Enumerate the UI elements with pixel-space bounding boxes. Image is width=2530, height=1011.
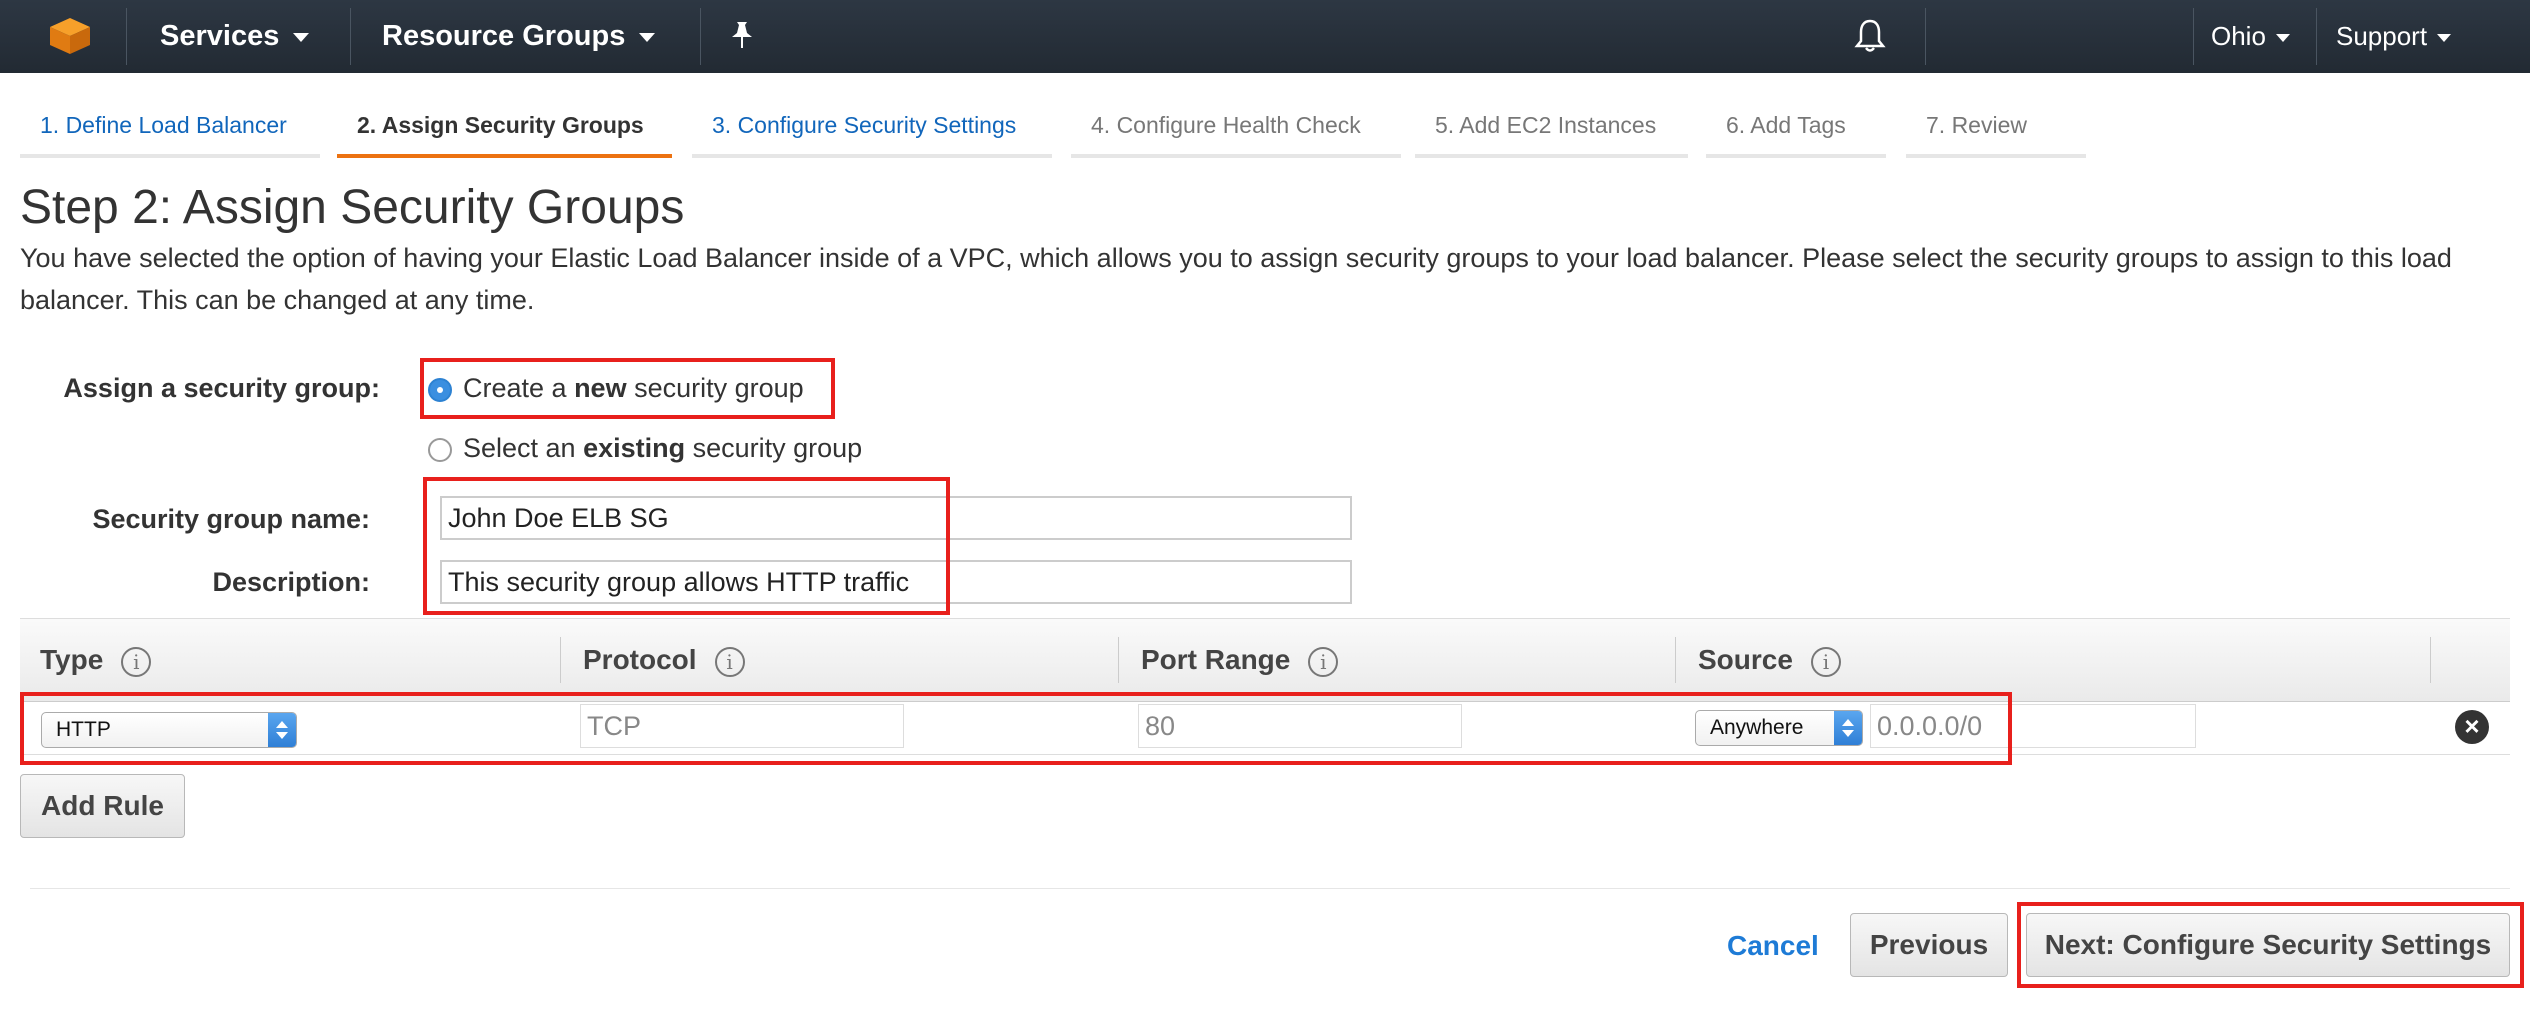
select-existing-option-label[interactable]: Select an existing security group [463, 433, 862, 464]
chevron-down-icon [639, 32, 656, 42]
info-icon[interactable]: i [121, 646, 152, 677]
remove-rule-icon[interactable]: × [2455, 710, 2489, 744]
column-protocol: Protocol i [583, 619, 745, 701]
info-icon[interactable]: i [714, 646, 745, 677]
security-group-name-label: Security group name: [92, 504, 370, 534]
tab-add-tags: 6. Add Tags [1706, 102, 1886, 158]
services-menu[interactable]: Services [160, 0, 310, 73]
highlight-box-next-button [2017, 902, 2524, 988]
cancel-link[interactable]: Cancel [1727, 930, 1819, 962]
highlight-box-create-new [420, 358, 835, 419]
notifications-bell-icon[interactable] [1854, 17, 1886, 55]
column-type: Type i [40, 619, 152, 701]
info-icon[interactable]: i [1810, 646, 1841, 677]
support-menu[interactable]: Support [2336, 0, 2452, 73]
tab-add-ec2-instances: 5. Add EC2 Instances [1415, 102, 1688, 158]
previous-button[interactable]: Previous [1850, 913, 2008, 977]
column-source: Source i [1698, 619, 1841, 701]
column-port-range-label: Port Range [1141, 644, 1291, 675]
top-nav-bar: Services Resource Groups Ohio Support [0, 0, 2530, 73]
description-label: Description: [212, 567, 370, 597]
highlight-box-name-description [423, 477, 950, 615]
assign-security-group-label: Assign a security group: [63, 373, 380, 403]
region-label: Ohio [2211, 21, 2266, 51]
chevron-down-icon [293, 32, 310, 42]
select-existing-text: Select an [463, 433, 584, 463]
resource-groups-menu[interactable]: Resource Groups [382, 0, 656, 73]
select-existing-bold: existing [583, 433, 686, 463]
resource-groups-label: Resource Groups [382, 20, 626, 52]
tab-configure-health-check: 4. Configure Health Check [1071, 102, 1401, 158]
column-source-label: Source [1698, 644, 1793, 675]
footer-divider [30, 888, 2510, 889]
highlight-box-rule-row [20, 692, 2012, 765]
chevron-down-icon [2437, 34, 2452, 43]
column-protocol-label: Protocol [583, 644, 697, 675]
select-existing-suffix: security group [685, 433, 863, 463]
page-title: Step 2: Assign Security Groups [20, 181, 685, 234]
column-type-label: Type [40, 644, 104, 675]
aws-logo-icon[interactable] [48, 16, 92, 56]
chevron-down-icon [2275, 34, 2290, 43]
pin-icon[interactable] [728, 20, 756, 52]
services-label: Services [160, 20, 280, 52]
support-label: Support [2336, 21, 2428, 51]
tab-assign-security-groups[interactable]: 2. Assign Security Groups [337, 102, 672, 158]
column-port-range: Port Range i [1141, 619, 1339, 701]
info-icon[interactable]: i [1308, 646, 1339, 677]
tab-define-load-balancer[interactable]: 1. Define Load Balancer [20, 102, 320, 158]
tab-review: 7. Review [1906, 102, 2086, 158]
add-rule-button[interactable]: Add Rule [20, 774, 185, 838]
tab-configure-security-settings[interactable]: 3. Configure Security Settings [692, 102, 1052, 158]
rules-table-header: Type i Protocol i Port Range i Source i [20, 618, 2510, 702]
page-intro: You have selected the option of having y… [20, 243, 2452, 315]
radio-select-existing-security-group[interactable] [428, 438, 452, 462]
region-menu[interactable]: Ohio [2211, 0, 2290, 73]
